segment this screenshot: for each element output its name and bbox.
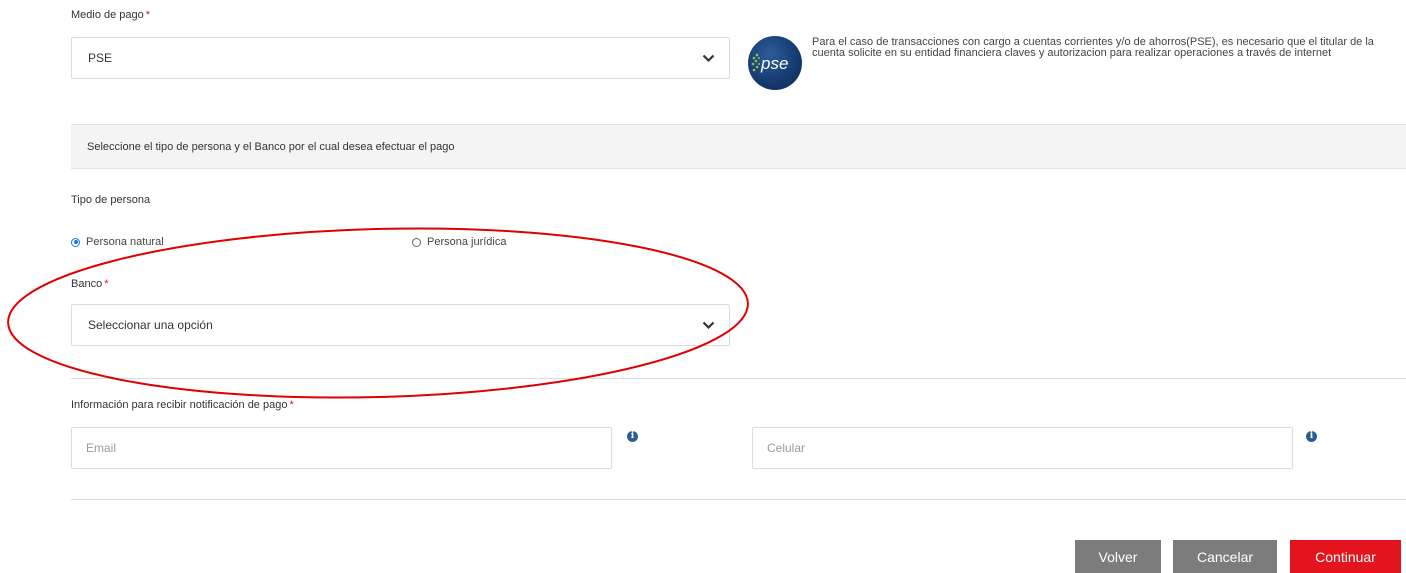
- required-mark: *: [104, 278, 109, 290]
- pse-description: Para el caso de transacciones con cargo …: [812, 36, 1374, 59]
- required-mark: *: [145, 9, 151, 21]
- instruction-banner: Seleccione el tipo de persona y el Banco…: [71, 124, 1406, 169]
- phone-field[interactable]: Celular: [752, 427, 1293, 469]
- annotation-ellipse: [7, 227, 749, 399]
- bank-select[interactable]: Seleccionar una opción: [71, 304, 730, 346]
- continue-button[interactable]: Continuar: [1290, 540, 1401, 573]
- svg-text:pse: pse: [760, 54, 788, 73]
- info-icon[interactable]: i: [1306, 431, 1317, 442]
- payment-form: Medio de pago * PSE pse Para el caso de t…: [0, 0, 1406, 573]
- payment-method-select[interactable]: PSE: [71, 37, 730, 79]
- notification-label: Información para recibir notificación de…: [71, 399, 294, 411]
- banner-text: Seleccione el tipo de persona y el Banco…: [87, 140, 455, 153]
- person-type-label: Tipo de persona: [71, 194, 151, 206]
- payment-method-label: Medio de pago *: [71, 9, 151, 21]
- radio-selected-icon: [71, 237, 80, 247]
- radio-label: Persona jurídica: [427, 236, 507, 248]
- chevron-down-icon: [702, 54, 715, 63]
- divider: [71, 378, 1406, 379]
- pse-logo: pse: [748, 36, 802, 90]
- cancel-button[interactable]: Cancelar: [1173, 540, 1277, 573]
- payment-method-value: PSE: [88, 51, 113, 65]
- pse-logo-graphic: pse: [751, 53, 788, 73]
- radio-unselected-icon: [412, 237, 421, 247]
- email-field[interactable]: Email: [71, 427, 612, 469]
- radio-persona-natural[interactable]: Persona natural: [71, 236, 164, 248]
- radio-label: Persona natural: [86, 236, 164, 248]
- divider: [71, 499, 1406, 500]
- bank-label: Banco *: [71, 278, 109, 290]
- phone-placeholder: Celular: [767, 441, 806, 455]
- info-icon[interactable]: i: [627, 431, 638, 442]
- required-mark: *: [289, 399, 294, 411]
- bank-select-value: Seleccionar una opción: [88, 318, 213, 332]
- chevron-down-icon: [702, 321, 715, 330]
- email-placeholder: Email: [86, 441, 117, 455]
- back-button[interactable]: Volver: [1075, 540, 1161, 573]
- radio-persona-juridica[interactable]: Persona jurídica: [412, 236, 507, 248]
